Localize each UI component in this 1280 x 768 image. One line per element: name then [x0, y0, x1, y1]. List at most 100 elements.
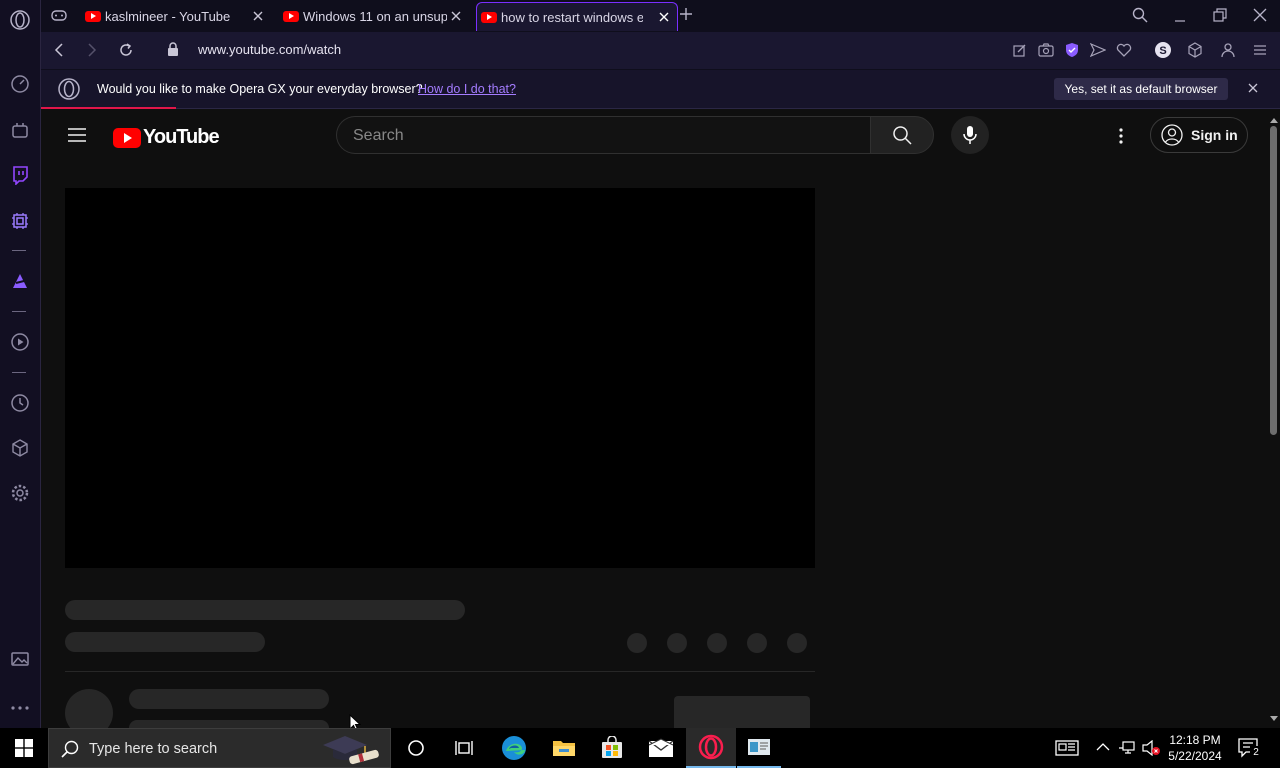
windows-taskbar: Type here to search 12:18 PM 5/22/2024 2 [0, 728, 1280, 768]
forward-icon[interactable] [86, 43, 98, 57]
network-icon[interactable] [1118, 740, 1136, 756]
opera-gx-logo-icon [57, 77, 81, 101]
youtube-favicon-icon [481, 11, 497, 23]
account-icon [1161, 124, 1183, 146]
channel-avatar-skeleton [65, 689, 113, 728]
edge-icon [502, 736, 526, 760]
settings-gear-icon[interactable] [8, 481, 32, 505]
youtube-logo-text: YouTube [143, 126, 220, 148]
news-widget-icon[interactable] [1055, 740, 1079, 756]
channel-name-skeleton [129, 689, 329, 709]
more-dots-icon[interactable] [8, 696, 32, 720]
tab-kaslmineer[interactable]: kaslmineer - YouTube [85, 2, 271, 30]
bookmark-heart-icon[interactable] [1116, 43, 1132, 57]
close-tab-icon[interactable] [251, 9, 265, 23]
action-skeleton [667, 633, 687, 653]
player-icon[interactable] [8, 330, 32, 354]
reload-icon[interactable] [118, 42, 134, 58]
extensions-icon[interactable] [1187, 42, 1203, 58]
scroll-up-icon[interactable] [1270, 117, 1278, 123]
notifications-icon[interactable]: 2 [1238, 738, 1262, 759]
hardware-limiter-icon[interactable] [8, 209, 32, 233]
opera-sidebar [0, 0, 41, 728]
restore-icon[interactable] [1213, 8, 1227, 22]
set-default-button[interactable]: Yes, set it as default browser [1054, 78, 1228, 100]
video-player[interactable] [65, 188, 815, 568]
sidebar-divider [12, 311, 26, 312]
tab-restart-windows[interactable]: how to restart windows exp [476, 2, 678, 31]
url-field[interactable]: www.youtube.com/watch [198, 42, 341, 57]
search-button[interactable] [870, 116, 934, 154]
adblock-shield-icon[interactable] [1065, 42, 1079, 58]
taskbar-search-box[interactable]: Type here to search [48, 728, 391, 768]
close-tab-icon[interactable] [449, 9, 463, 23]
tab-windows-11[interactable]: Windows 11 on an unsupp [283, 2, 469, 30]
meta-skeleton [65, 632, 265, 652]
start-button[interactable] [0, 728, 48, 768]
gx-corner-icon[interactable] [8, 118, 32, 142]
workspaces-icon[interactable] [51, 8, 67, 22]
mail-button[interactable] [637, 728, 685, 768]
file-explorer-button[interactable] [540, 728, 588, 768]
notification-count: 2 [1250, 746, 1262, 759]
profile-icon[interactable] [1221, 42, 1235, 58]
close-infobar-icon[interactable] [1248, 83, 1258, 93]
opera-gx-taskbar-button[interactable] [686, 728, 736, 768]
extensions-cube-icon[interactable] [8, 436, 32, 460]
clock[interactable]: 12:18 PM 5/22/2024 [1162, 732, 1228, 764]
lock-icon[interactable] [167, 42, 179, 56]
cortana-button[interactable] [392, 728, 440, 768]
title-skeleton [65, 600, 465, 620]
task-view-button[interactable] [440, 728, 488, 768]
new-tab-plus-icon[interactable] [679, 7, 693, 21]
action-skeleton [707, 633, 727, 653]
folder-icon [553, 741, 575, 756]
edge-button[interactable] [490, 728, 538, 768]
action-skeleton [787, 633, 807, 653]
volume-muted-icon[interactable] [1141, 740, 1161, 756]
voice-search-button[interactable] [951, 116, 989, 154]
close-window-icon[interactable] [1253, 8, 1267, 22]
tab-search-icon[interactable] [1132, 7, 1148, 23]
store-button[interactable] [588, 728, 636, 768]
settings-more-icon[interactable] [1117, 127, 1125, 145]
tray-chevron-up-icon[interactable] [1096, 742, 1110, 752]
easy-setup-menu-icon[interactable] [1253, 43, 1267, 57]
close-tab-icon[interactable] [657, 10, 671, 24]
action-skeleton [627, 633, 647, 653]
twitch-icon[interactable] [8, 163, 32, 187]
app-window-taskbar-button[interactable] [737, 728, 781, 768]
history-icon[interactable] [8, 391, 32, 415]
sign-in-label: Sign in [1191, 127, 1238, 143]
page-scrollbar[interactable] [1267, 109, 1280, 728]
subscribe-skeleton [674, 696, 810, 728]
infobar-message: Would you like to make Opera GX your eve… [97, 82, 423, 96]
opera-logo-icon[interactable] [8, 8, 32, 32]
search-input[interactable]: Search [336, 116, 870, 154]
minimize-icon[interactable] [1174, 8, 1186, 22]
hamburger-menu-icon[interactable] [67, 127, 87, 143]
youtube-logo[interactable]: YouTube [113, 126, 220, 149]
sign-in-button[interactable]: Sign in [1150, 117, 1248, 153]
speed-dial-icon[interactable] [8, 72, 32, 96]
clock-time: 12:18 PM [1169, 733, 1221, 747]
scrollbar-thumb[interactable] [1270, 126, 1277, 435]
send-arrow-icon[interactable] [1090, 43, 1106, 57]
youtube-play-icon [113, 127, 141, 148]
snapshot-camera-icon[interactable] [1038, 43, 1054, 57]
sidebar-divider [12, 250, 26, 251]
youtube-favicon-icon [283, 10, 299, 22]
youtube-page: YouTube Search Sign in [41, 109, 1267, 728]
edit-pen-icon[interactable] [1013, 43, 1027, 57]
app-window-icon [748, 739, 770, 755]
search-icon [893, 126, 912, 145]
back-icon[interactable] [53, 43, 65, 57]
scroll-down-icon[interactable] [1270, 716, 1278, 722]
wallpaper-icon[interactable] [8, 647, 32, 671]
mail-envelope-icon [648, 738, 674, 757]
windows-logo-icon [15, 739, 33, 757]
how-do-i-link[interactable]: How do I do that? [418, 82, 516, 96]
aria-icon[interactable] [8, 269, 32, 293]
default-browser-infobar: Would you like to make Opera GX your eve… [41, 70, 1280, 109]
wallet-s-icon[interactable]: S [1154, 41, 1172, 59]
